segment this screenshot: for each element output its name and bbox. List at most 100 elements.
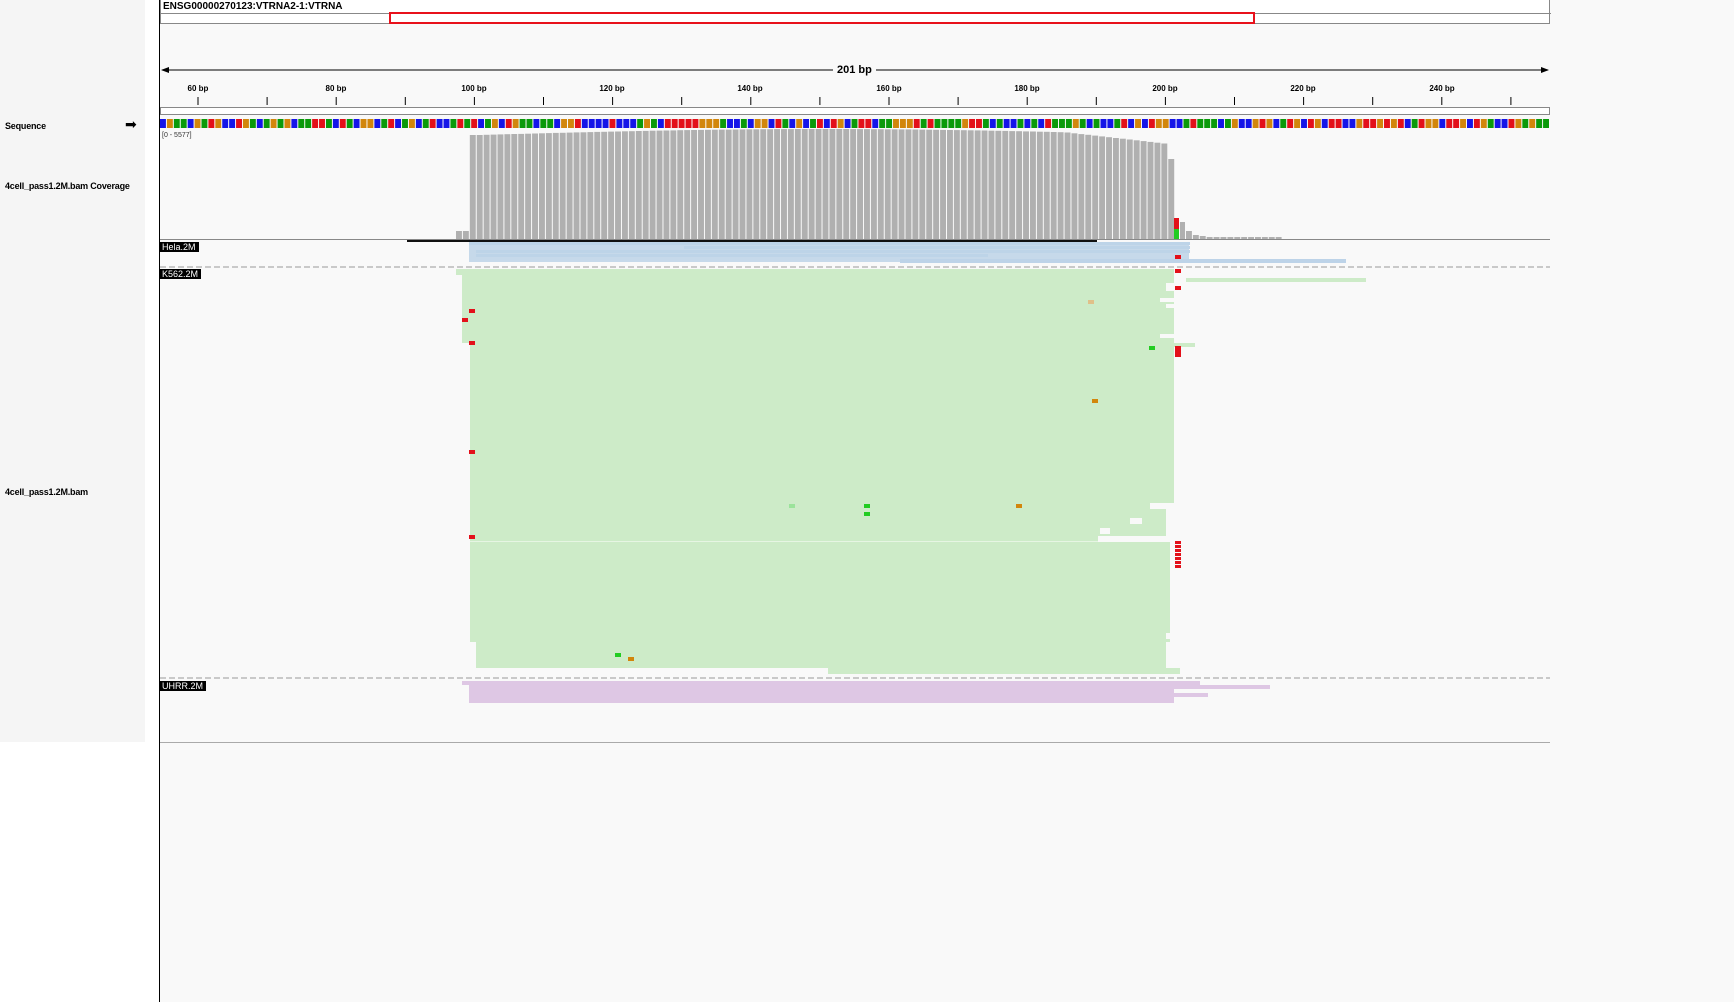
alignment-track[interactable] (160, 238, 1550, 743)
chromosome-ideogram[interactable]: ENSG00000270123:VTRNA2-1:VTRNA (160, 0, 1551, 24)
sequence-base (581, 119, 588, 128)
coverage-bar (836, 129, 843, 239)
sequence-base (927, 119, 934, 128)
sequence-base (1342, 119, 1349, 128)
sequence-base (1059, 119, 1065, 128)
read-k562 (1186, 278, 1366, 282)
sequence-base (1155, 119, 1162, 128)
coverage-bar (864, 129, 870, 239)
coverage-data-range: [0 - 5577] (162, 132, 192, 139)
current-region-indicator[interactable] (389, 12, 1255, 24)
sequence-base (1543, 119, 1549, 128)
mismatch (864, 512, 870, 516)
sequence-base (823, 119, 830, 128)
sequence-base (1169, 119, 1176, 128)
sequence-base (284, 119, 291, 128)
read-block-k562 (476, 642, 1166, 668)
sequence-base (803, 119, 810, 128)
mismatch (1088, 300, 1094, 304)
sequence-base (1121, 119, 1128, 128)
coverage-bar (573, 132, 580, 239)
sequence-base (450, 119, 457, 128)
coverage-bar (635, 131, 642, 239)
coverage-bar (677, 130, 684, 239)
sequence-base (1107, 119, 1114, 128)
sequence-base (837, 119, 844, 128)
sequence-base (291, 119, 298, 128)
coverage-bar (684, 130, 691, 239)
sequence-base (816, 119, 823, 128)
coverage-bar (781, 129, 787, 239)
coverage-bar (732, 129, 739, 239)
sequence-base (166, 119, 173, 128)
sequence-base (1065, 119, 1072, 128)
coverage-track-label[interactable]: 4cell_pass1.2M.bam Coverage (5, 181, 130, 191)
mismatch (628, 657, 634, 661)
coverage-bar (559, 132, 566, 239)
sequence-base (1141, 119, 1148, 128)
data-panel[interactable]: ENSG00000270123:VTRNA2-1:VTRNA 201 bp 60… (159, 0, 1734, 1002)
sequence-base (1280, 119, 1287, 128)
sequence-base (574, 119, 581, 128)
sequence-base (1446, 119, 1453, 128)
sequence-base (1480, 119, 1487, 128)
read-k562 (828, 668, 1180, 674)
coverage-bar (953, 130, 960, 239)
sequence-base (1328, 119, 1335, 128)
coverage-bar (469, 135, 476, 239)
sequence-base (948, 119, 955, 128)
coverage-bar (870, 129, 877, 239)
coverage-bar (601, 131, 608, 239)
sequence-base (1148, 119, 1155, 128)
sequence-base (727, 119, 733, 128)
right-arrow-icon[interactable]: ➡ (125, 117, 137, 131)
coverage-bar (746, 129, 753, 239)
sequence-base (208, 119, 215, 128)
sequence-base (436, 119, 443, 128)
coverage-bar (1078, 134, 1085, 239)
locus-name: ENSG00000270123:VTRNA2-1:VTRNA (163, 1, 343, 12)
sequence-base (1273, 119, 1280, 128)
sequence-base (1515, 119, 1522, 128)
sequence-base (1204, 119, 1211, 128)
alignment-track-label[interactable]: 4cell_pass1.2M.bam (5, 487, 88, 497)
coverage-bar (981, 130, 988, 239)
sequence-base (637, 119, 644, 128)
coverage-bar (538, 133, 545, 239)
coverage-bar (704, 129, 711, 239)
sequence-base (1045, 119, 1052, 128)
sequence-base (1314, 119, 1321, 128)
sequence-track-label[interactable]: Sequence (5, 121, 46, 131)
coverage-bar (808, 129, 815, 239)
sequence-base (360, 119, 367, 128)
sequence-base (346, 119, 353, 128)
read-edge (1166, 283, 1174, 291)
coverage-bar (891, 129, 898, 239)
sequence-base (775, 119, 782, 128)
sequence-base (706, 119, 713, 128)
sequence-base (1411, 119, 1418, 128)
sequence-base (1024, 119, 1031, 128)
coverage-bar (511, 134, 518, 239)
coverage-bar (919, 129, 926, 239)
sequence-base (381, 119, 388, 128)
sequence-base (872, 119, 879, 128)
read-edge (1166, 304, 1174, 308)
sequence-base (408, 119, 415, 128)
sequence-base (1425, 119, 1432, 128)
mismatch (462, 318, 468, 322)
coverage-bar (940, 129, 946, 239)
span-right-arrowhead (1541, 67, 1549, 73)
sequence-base (699, 119, 706, 128)
coverage-track[interactable] (160, 128, 1550, 240)
tick-label: 240 bp (1429, 84, 1455, 93)
sequence-base (1473, 119, 1480, 128)
coverage-bar (995, 130, 1002, 239)
tick-label: 140 bp (737, 84, 763, 93)
mismatch (469, 309, 475, 313)
coverage-bar (656, 130, 663, 239)
coverage-bar (739, 129, 746, 239)
sequence-base (609, 119, 616, 128)
track-panel-bottom-border (160, 742, 1550, 743)
coverage-bar (1023, 131, 1029, 239)
